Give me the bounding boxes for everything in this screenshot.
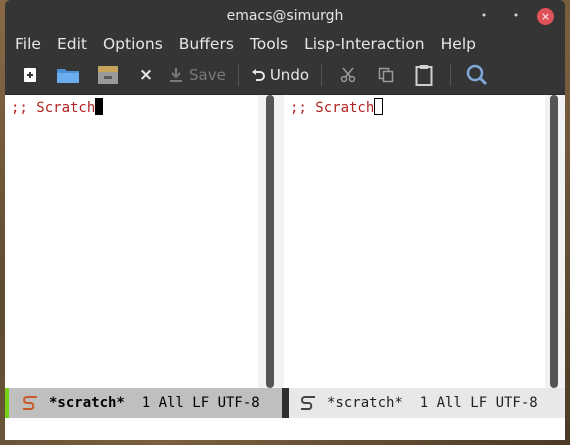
menubar: File Edit Options Buffers Tools Lisp-Int…	[5, 32, 565, 56]
close-window-button[interactable]: ×	[537, 8, 554, 25]
left-scrollbar-thumb[interactable]	[266, 95, 274, 388]
download-icon	[170, 68, 182, 82]
right-scrollbar[interactable]	[545, 95, 565, 388]
active-cursor	[95, 98, 104, 115]
buffer-name: *scratch*	[49, 395, 125, 411]
titlebar[interactable]: emacs@simurgh • • ×	[5, 0, 565, 32]
toolbar: × Save Undo	[5, 56, 565, 95]
undo-label: Undo	[269, 66, 310, 84]
copy-button[interactable]	[372, 60, 400, 90]
toolbar-separator	[237, 64, 239, 86]
modelines: *scratch* 1 All LF UTF-8 *scratch* 1 All…	[5, 388, 565, 418]
open-file-button[interactable]	[53, 60, 83, 90]
close-buffer-button[interactable]: ×	[133, 60, 159, 90]
menu-edit[interactable]: Edit	[57, 35, 87, 53]
modeline-info: 1 All LF UTF-8	[402, 395, 538, 411]
buffer-name: *scratch*	[327, 395, 403, 411]
paste-button[interactable]	[410, 60, 438, 90]
emacs-window: emacs@simurgh • • × File Edit Options Bu…	[5, 0, 565, 440]
cut-button[interactable]	[334, 60, 362, 90]
search-icon	[466, 64, 488, 86]
lisp-mode-icon	[301, 396, 315, 410]
active-modeline[interactable]: *scratch* 1 All LF UTF-8	[5, 388, 282, 418]
file-cabinet-icon	[98, 66, 118, 84]
inactive-cursor	[374, 98, 384, 115]
menu-options[interactable]: Options	[103, 35, 163, 53]
new-file-button[interactable]	[17, 60, 43, 90]
right-scrollbar-thumb[interactable]	[550, 95, 558, 388]
left-window-pane[interactable]: ;; Scratch	[5, 95, 258, 388]
editor-area: ;; Scratch ;; Scratch	[5, 95, 565, 388]
toolbar-separator	[450, 64, 452, 86]
comment-text: ;; Scratch	[290, 100, 375, 116]
copy-icon	[378, 67, 394, 83]
folder-open-icon	[57, 69, 79, 83]
inactive-modeline[interactable]: *scratch* 1 All LF UTF-8	[289, 388, 565, 418]
scissors-icon	[340, 67, 356, 83]
clipboard-icon	[415, 65, 433, 86]
maximize-button[interactable]: •	[508, 8, 524, 24]
undo-icon	[251, 69, 265, 81]
minimize-button[interactable]: •	[476, 8, 492, 24]
modeline-divider	[282, 388, 289, 418]
toolbar-separator	[321, 64, 323, 86]
menu-lisp-interaction[interactable]: Lisp-Interaction	[304, 35, 425, 53]
menu-help[interactable]: Help	[441, 35, 476, 53]
comment-text: ;; Scratch	[11, 100, 96, 116]
menu-buffers[interactable]: Buffers	[179, 35, 234, 53]
save-label: Save	[189, 66, 226, 84]
left-scrollbar[interactable]	[258, 95, 284, 388]
undo-button[interactable]: Undo	[251, 60, 309, 90]
menu-tools[interactable]: Tools	[250, 35, 288, 53]
menu-file[interactable]: File	[15, 35, 41, 53]
lisp-mode-icon	[23, 396, 37, 410]
dired-button[interactable]	[93, 60, 123, 90]
new-file-icon	[24, 68, 36, 82]
right-window-pane[interactable]: ;; Scratch	[284, 95, 545, 388]
modeline-info: 1 All LF UTF-8	[124, 395, 260, 411]
scratch-comment-line: ;; Scratch	[290, 98, 384, 116]
scratch-comment-line: ;; Scratch	[11, 98, 104, 116]
save-button[interactable]: Save	[169, 60, 226, 90]
search-button[interactable]	[463, 60, 491, 90]
echo-area[interactable]	[5, 418, 565, 440]
